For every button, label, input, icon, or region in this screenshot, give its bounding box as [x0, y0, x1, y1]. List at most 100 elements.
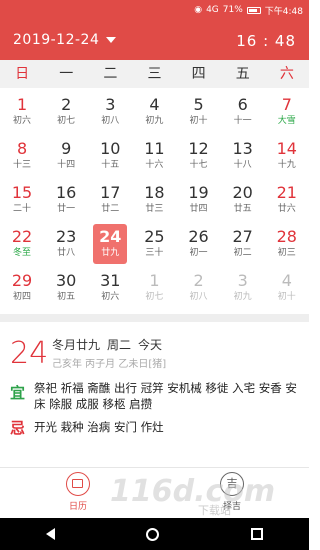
day-cell[interactable]: 30 初五: [44, 266, 88, 310]
lunar-label: 三十: [145, 248, 164, 258]
calendar-week: 29 初四 30 初五 31 初六 1 初七 2 初八 3 初九 4 初十: [0, 266, 309, 310]
lunar-label: 十九: [277, 160, 296, 170]
day-cell[interactable]: 4 初九: [132, 90, 176, 134]
day-number: 9: [61, 139, 72, 158]
yi-activities: 祭祀 祈福 斋醮 出行 冠笄 安机械 移徙 入宅 安香 安床 除服 成服 移柩 …: [34, 381, 297, 411]
day-number: 3: [237, 271, 248, 290]
lunar-label: 初十: [277, 292, 296, 302]
lunar-label: 十八: [233, 160, 252, 170]
day-number: 4: [149, 95, 160, 114]
lunar-label: 十四: [57, 160, 76, 170]
day-number: 21: [276, 183, 297, 202]
day-number: 23: [56, 227, 77, 246]
calendar-week: 15 二十 16 廿一 17 廿二 18 廿三 19 廿四 20 廿五 21 廿六: [0, 178, 309, 222]
lunar-label: 十一: [233, 116, 252, 126]
lunar-label: 十三: [13, 160, 32, 170]
weekday-label: 五: [235, 66, 250, 82]
day-number: 8: [16, 139, 28, 158]
recent-apps-icon[interactable]: [251, 528, 264, 540]
status-time: 下午4:48: [264, 6, 303, 17]
lunar-label: 十六: [145, 160, 164, 170]
day-cell[interactable]: 23 廿八: [44, 222, 88, 266]
lunar-label: 初七: [57, 116, 76, 126]
day-number: 5: [193, 95, 204, 114]
day-number: 13: [232, 139, 253, 158]
back-icon[interactable]: [45, 528, 55, 540]
day-cell[interactable]: 9 十四: [44, 134, 88, 178]
lunar-label: 廿六: [277, 204, 296, 214]
tab-label: 日历: [68, 502, 87, 512]
day-cell[interactable]: 27 初二: [221, 222, 265, 266]
day-number: 4: [281, 271, 292, 290]
lunar-label: 初三: [277, 248, 296, 258]
day-number: 6: [237, 95, 248, 114]
day-cell[interactable]: 22 冬至: [0, 222, 44, 266]
lunar-label: 初十: [189, 116, 208, 126]
day-cell[interactable]: 17 廿二: [88, 178, 132, 222]
day-cell[interactable]: 7 大雪: [265, 90, 309, 134]
lunar-label: 初六: [101, 292, 120, 302]
day-cell-next-month[interactable]: 2 初八: [177, 266, 221, 310]
day-cell[interactable]: 3 初八: [88, 90, 132, 134]
day-cell[interactable]: 11 十六: [132, 134, 176, 178]
day-cell-selected[interactable]: 24 廿九: [88, 222, 132, 266]
day-cell[interactable]: 18 廿三: [132, 178, 176, 222]
day-number: 1: [149, 271, 160, 290]
yi-label: 宜: [10, 384, 26, 402]
bottom-tab-bar: 日历 吉 择吉 116d.com 下载站: [0, 467, 309, 518]
day-number: 20: [232, 183, 253, 202]
day-cell[interactable]: 25 三十: [132, 222, 176, 266]
day-cell[interactable]: 29 初四: [0, 266, 44, 310]
day-cell[interactable]: 6 十一: [221, 90, 265, 134]
day-number: 27: [232, 227, 253, 246]
day-cell[interactable]: 1 初六: [0, 90, 44, 134]
day-number: 26: [188, 227, 209, 246]
day-cell[interactable]: 31 初六: [88, 266, 132, 310]
lunar-label: 大雪: [277, 116, 296, 126]
lunar-label: 初九: [145, 116, 164, 126]
day-cell[interactable]: 2 初七: [44, 90, 88, 134]
watermark-logo: 116d.com: [110, 474, 276, 509]
day-cell[interactable]: 16 廿一: [44, 178, 88, 222]
day-cell[interactable]: 28 初三: [265, 222, 309, 266]
home-icon[interactable]: [146, 527, 160, 541]
selected-date: 2019-12-24: [13, 32, 100, 48]
day-cell-next-month[interactable]: 3 初九: [221, 266, 265, 310]
lunar-label: 十七: [189, 160, 208, 170]
day-cell[interactable]: 8 十三: [0, 134, 44, 178]
date-picker-button[interactable]: 2019-12-24: [13, 32, 117, 48]
day-number: 29: [11, 271, 33, 290]
day-cell[interactable]: 12 十七: [177, 134, 221, 178]
day-cell[interactable]: 14 十九: [265, 134, 309, 178]
day-cell[interactable]: 20 廿五: [221, 178, 265, 222]
weekday-label: 四: [191, 66, 206, 82]
ji-label: 忌: [10, 419, 26, 437]
day-number: 18: [144, 183, 165, 202]
battery-icon: [246, 6, 261, 14]
lunar-label: 冬至: [13, 248, 32, 258]
day-cell[interactable]: 26 初一: [177, 222, 221, 266]
day-number: 25: [144, 227, 165, 246]
clock: 16 : 48: [236, 32, 296, 50]
day-cell[interactable]: 10 十五: [88, 134, 132, 178]
day-cell[interactable]: 5 初十: [177, 90, 221, 134]
day-number: 1: [16, 95, 28, 114]
day-cell[interactable]: 21 廿六: [265, 178, 309, 222]
day-cell[interactable]: 15 二十: [0, 178, 44, 222]
lunar-label: 廿五: [233, 204, 252, 214]
tab-calendar[interactable]: 日历: [48, 472, 108, 512]
calendar-week: 8 十三 9 十四 10 十五 11 十六 12 十七 13 十八 14 十九: [0, 134, 309, 178]
day-detail-panel: 24 冬月廿九 周二 今天 己亥年 丙子月 乙未日[猪] 宜 祭祀 祈福 斋醮 出行…: [0, 322, 309, 467]
weekday-label: 三: [147, 66, 162, 82]
chevron-down-icon: [106, 37, 117, 43]
day-number: 19: [188, 183, 209, 202]
day-number: 15: [11, 183, 33, 202]
day-cell[interactable]: 19 廿四: [177, 178, 221, 222]
section-divider: [0, 314, 309, 322]
weekday-label: 一: [59, 66, 74, 82]
day-cell-next-month[interactable]: 1 初七: [132, 266, 176, 310]
day-cell[interactable]: 13 十八: [221, 134, 265, 178]
lunar-label: 廿四: [189, 204, 208, 214]
detail-ganzhi: 己亥年 丙子月 乙未日[猪]: [52, 359, 167, 370]
day-cell-next-month[interactable]: 4 初十: [265, 266, 309, 310]
